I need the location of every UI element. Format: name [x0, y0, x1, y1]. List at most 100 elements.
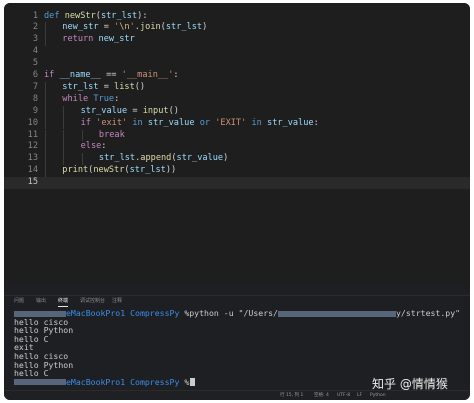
prompt-directory: CompressPy [130, 308, 180, 318]
line-number: 4 [32, 46, 38, 57]
indent-guide [45, 34, 46, 47]
line-number: 3 [32, 34, 38, 45]
code-token: in [132, 117, 143, 128]
code-token: () [134, 81, 146, 92]
indent-guide [45, 93, 46, 106]
code-token: )) [165, 165, 177, 176]
tab-problems[interactable]: 问题 [14, 297, 24, 306]
prompt-host: eMacBookPro1 [66, 376, 126, 387]
code-token: ): [137, 10, 148, 21]
code-line[interactable]: 9 str_value = input() [4, 105, 470, 118]
line-number: 2 [32, 22, 38, 33]
status-indentation[interactable]: 空格: 4 [314, 392, 329, 400]
code-line[interactable]: 4 [4, 46, 470, 58]
code-token: __name__ [59, 70, 101, 80]
indent-guide [45, 129, 46, 142]
code-token: append [140, 153, 172, 164]
code-line[interactable]: 13 str_lst.append(str_value) [4, 153, 470, 166]
code-token: else [80, 141, 102, 152]
code-token: = [98, 22, 115, 33]
code-token: return [62, 34, 94, 45]
code-token: True [93, 93, 115, 104]
code-token: : [101, 141, 107, 152]
code-token: str_value [267, 117, 314, 128]
code-text: break [99, 130, 125, 142]
redacted-username [14, 310, 66, 317]
code-token: ) [202, 22, 208, 33]
code-text: else: [81, 141, 107, 153]
indent-guide [63, 141, 65, 154]
tab-terminal[interactable]: 终端 [58, 297, 69, 307]
code-line[interactable]: 15 [4, 177, 470, 189]
code-text: str_lst.append(str_value) [99, 153, 228, 165]
indent-guide [45, 105, 46, 118]
code-line[interactable]: 11 break [4, 129, 470, 142]
code-line[interactable]: 5 [4, 58, 470, 70]
code-token: join [139, 22, 161, 33]
code-token: def [44, 10, 65, 21]
indent-guide [45, 117, 46, 130]
code-token: new_str [62, 22, 99, 33]
status-eol[interactable]: LF [357, 392, 362, 400]
code-line[interactable]: 2 new_str = '\n'.join(str_lst) [4, 22, 470, 35]
code-line[interactable]: 10 if 'exit' in str_value or 'EXIT' in st… [4, 117, 470, 130]
code-token: in [251, 117, 262, 128]
code-token: ) [223, 153, 229, 164]
code-text: while True: [62, 94, 119, 106]
line-number: 6 [32, 70, 38, 80]
code-line[interactable]: 6 if __name__ == '__main__': [4, 70, 470, 82]
terminal-command-line: eMacBookPro1 CompressPy %python -u "/Use… [14, 309, 460, 318]
code-text: def newStr(str_lst): [44, 11, 148, 23]
redacted-path [278, 310, 396, 317]
code-token: if [44, 70, 55, 80]
code-line[interactable]: 1 def newStr(str_lst): [4, 11, 470, 23]
tab-debug-console[interactable]: 调试控制台 [80, 297, 105, 306]
code-text: if 'exit' in str_value or 'EXIT' in str_… [81, 118, 319, 130]
line-number: 9 [32, 105, 38, 116]
code-token: print [62, 165, 89, 176]
code-text: print(newStr(str_lst)) [62, 165, 176, 177]
code-token: newStr [93, 165, 125, 176]
line-number: 7 [32, 81, 38, 92]
code-token: new_str [98, 34, 135, 45]
status-language[interactable]: Python [370, 392, 386, 400]
indent-guide [63, 105, 65, 118]
command-text: %python -u "/Users/ [184, 308, 278, 318]
code-token: 'EXIT' [215, 117, 247, 128]
line-number: 10 [27, 117, 38, 128]
code-line[interactable]: 7 str_lst = list() [4, 81, 470, 94]
code-token: or [199, 117, 211, 128]
code-editor[interactable]: 1 def newStr(str_lst): 2 new_str = '\n'.joi… [4, 3, 470, 282]
code-token: : [173, 70, 179, 80]
tab-comments[interactable]: 注释 [112, 297, 122, 306]
code-token: break [98, 129, 125, 140]
tab-output[interactable]: 输出 [36, 297, 46, 306]
indent-guide [63, 117, 65, 130]
line-number: 8 [32, 93, 38, 104]
terminal-cursor [190, 378, 196, 387]
status-position[interactable]: 行 15, 列 1 [280, 392, 303, 400]
code-token: str_lst [165, 22, 203, 33]
indent-guide [45, 153, 46, 166]
status-encoding[interactable]: UTF-8 [337, 392, 350, 400]
indent-guide [45, 141, 46, 154]
code-token: list [114, 81, 135, 92]
code-token: () [168, 105, 179, 116]
code-line[interactable]: 8 while True: [4, 93, 470, 106]
line-number: 14 [27, 165, 38, 176]
watermark: 知乎 @情情猴 [372, 377, 448, 391]
line-number: 15 [27, 177, 38, 188]
code-token: : [114, 93, 120, 104]
indent-guide [45, 165, 46, 178]
code-line[interactable]: 3 return new_str [4, 34, 470, 47]
redacted-username [14, 379, 66, 386]
code-token: newStr [64, 10, 96, 21]
code-token: = [127, 105, 143, 116]
prompt-host: eMacBookPro1 [66, 308, 126, 318]
code-line[interactable]: 14 print(newStr(str_lst)) [4, 165, 470, 178]
code-line[interactable]: 12 else: [4, 141, 470, 154]
line-number: 12 [27, 141, 38, 152]
code-text: if __name__ == '__main__': [44, 70, 179, 82]
code-token: input [142, 105, 169, 116]
code-token: str_value [80, 105, 128, 116]
